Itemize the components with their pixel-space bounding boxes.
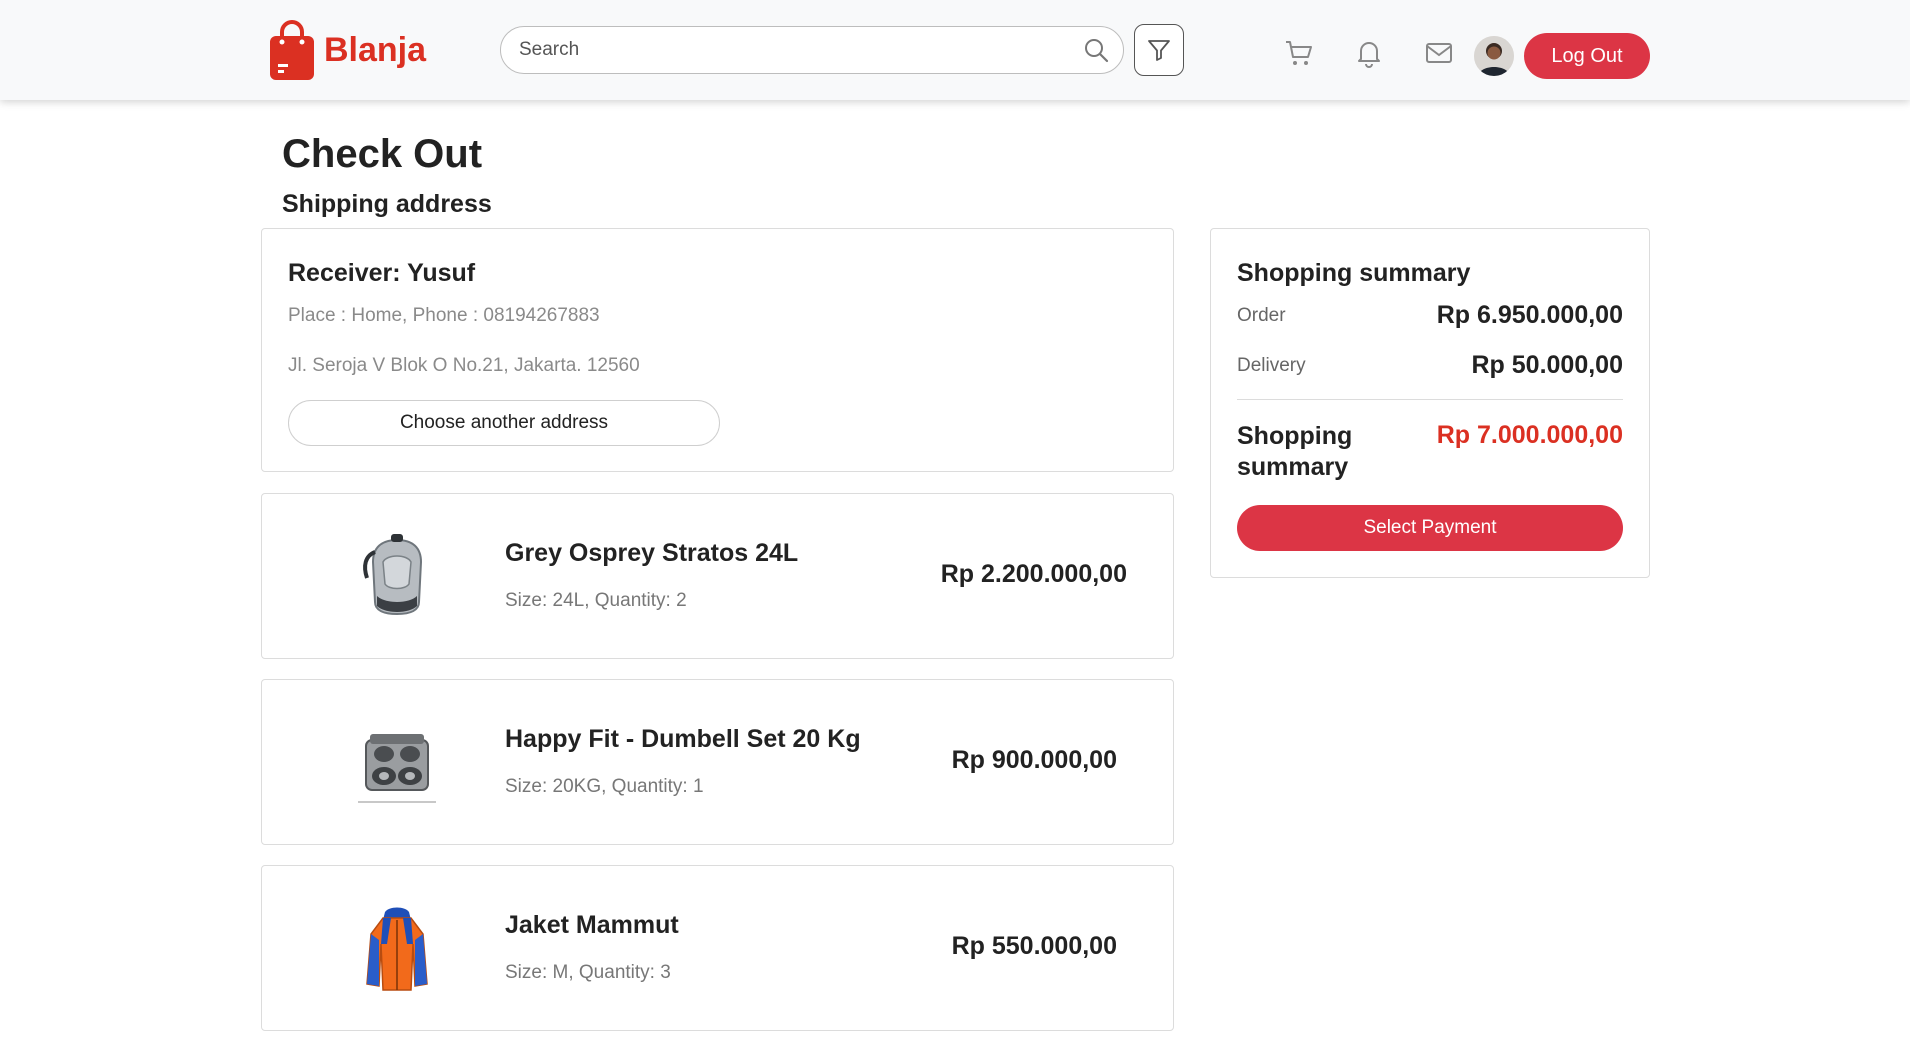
item-price: Rp 550.000,00 (951, 932, 1117, 960)
cart-item: Jaket Mammut Size: M, Quantity: 3 Rp 550… (261, 865, 1174, 1031)
dumbbell-set-image (358, 734, 436, 803)
search-icon[interactable] (1083, 37, 1109, 63)
user-avatar-icon (1474, 36, 1514, 76)
item-price: Rp 900.000,00 (951, 746, 1117, 774)
item-meta: Size: 20KG, Quantity: 1 (505, 776, 704, 797)
jacket-image (366, 907, 428, 991)
search-bar (500, 26, 1124, 74)
bell-icon[interactable] (1354, 38, 1384, 68)
page-title: Check Out (282, 132, 483, 176)
total-label: Shopping summary (1237, 422, 1353, 481)
item-meta: Size: M, Quantity: 3 (505, 962, 671, 983)
receiver-name: Receiver: Yusuf (288, 259, 476, 287)
delivery-label: Delivery (1237, 355, 1306, 376)
shopping-summary-card: Shopping summary Order Rp 6.950.000,00 D… (1210, 228, 1650, 578)
item-name: Grey Osprey Stratos 24L (505, 539, 799, 567)
delivery-value: Rp 50.000,00 (1471, 351, 1624, 379)
product-image (352, 532, 442, 622)
section-title: Shipping address (282, 190, 492, 218)
item-name: Happy Fit - Dumbell Set 20 Kg (505, 725, 861, 753)
avatar[interactable] (1474, 36, 1514, 76)
product-image (352, 718, 442, 808)
brand-name: Blanja (324, 30, 427, 69)
order-value: Rp 6.950.000,00 (1436, 301, 1623, 329)
item-meta: Size: 24L, Quantity: 2 (505, 590, 687, 611)
choose-address-button[interactable]: Choose another address (288, 400, 720, 446)
logout-button[interactable]: Log Out (1524, 33, 1650, 79)
address-card: Receiver: Yusuf Place : Home, Phone : 08… (261, 228, 1174, 472)
summary-divider (1237, 399, 1623, 400)
address-street: Jl. Seroja V Blok O No.21, Jakarta. 1256… (288, 355, 640, 376)
search-input[interactable] (517, 38, 1083, 62)
filter-button[interactable] (1134, 24, 1184, 76)
address-place-phone: Place : Home, Phone : 08194267883 (288, 305, 600, 326)
mail-icon[interactable] (1424, 38, 1454, 68)
cart-item: Grey Osprey Stratos 24L Size: 24L, Quant… (261, 493, 1174, 659)
shopping-bag-logo-icon (270, 20, 314, 80)
summary-title: Shopping summary (1237, 259, 1471, 287)
product-image (352, 904, 442, 994)
order-label: Order (1237, 305, 1286, 326)
cart-icon[interactable] (1284, 38, 1314, 68)
navbar: Blanja Log Out (0, 0, 1910, 100)
select-payment-button[interactable]: Select Payment (1237, 505, 1623, 551)
backpack-image (363, 534, 423, 616)
brand[interactable]: Blanja (268, 18, 426, 82)
total-value: Rp 7.000.000,00 (1436, 421, 1623, 449)
cart-item: Happy Fit - Dumbell Set 20 Kg Size: 20KG… (261, 679, 1174, 845)
item-price: Rp 2.200.000,00 (940, 560, 1127, 588)
filter-icon (1148, 40, 1170, 61)
item-name: Jaket Mammut (505, 911, 679, 939)
